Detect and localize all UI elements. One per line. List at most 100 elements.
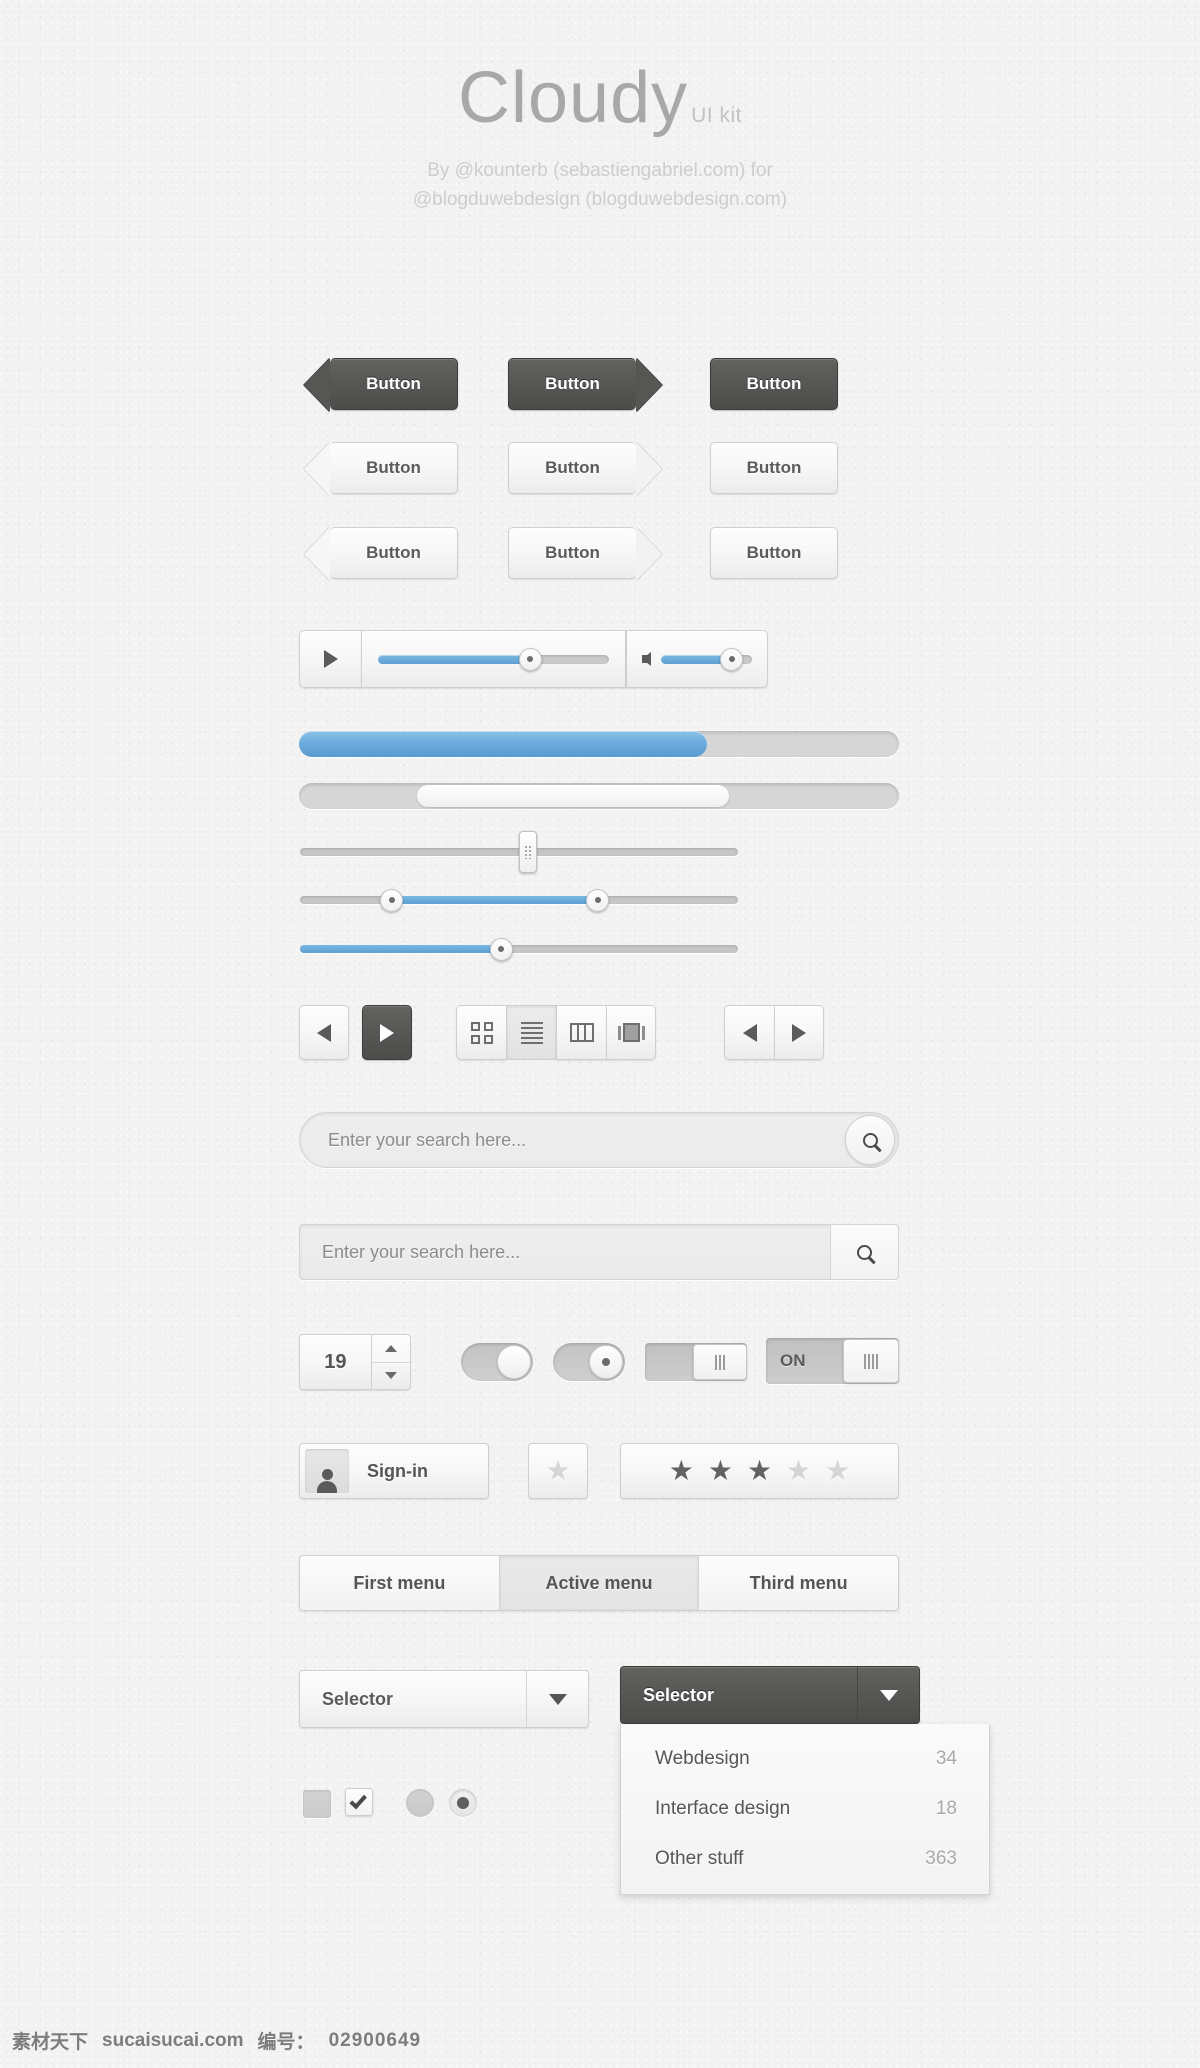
arrow-right-icon <box>380 1023 394 1042</box>
stepper-decrement-button[interactable] <box>372 1363 410 1390</box>
dropdown-item-webdesign[interactable]: Webdesign 34 <box>621 1734 989 1784</box>
grip-bars-icon <box>864 1353 878 1369</box>
toggle-plain-knob[interactable] <box>497 1345 531 1379</box>
player-progress-slider[interactable] <box>378 647 609 671</box>
credit-line-2: @blogduwebdesign (blogduwebdesign.com) <box>412 189 788 211</box>
button-light-arrow-left-2[interactable]: Button <box>330 527 458 579</box>
progress-bar-blue-fill <box>299 731 707 757</box>
ui-kit-page: Cloudy UI kit By @kounterb (sebastiengab… <box>0 0 1200 2068</box>
slider-single-track[interactable] <box>300 937 738 961</box>
play-button[interactable] <box>299 630 361 688</box>
tab-third-menu[interactable]: Third menu <box>699 1556 898 1610</box>
caret-down-icon <box>384 1372 397 1380</box>
slider-range-handle-high[interactable] <box>586 888 610 912</box>
star-icon[interactable]: ★ <box>545 1457 570 1485</box>
tab-active-menu[interactable]: Active menu <box>499 1556 700 1610</box>
toggle-dot[interactable] <box>553 1343 625 1381</box>
button-row-dark: Button Button Button <box>330 358 838 410</box>
selector-light-caret-button[interactable] <box>526 1671 588 1727</box>
footer-site-cn: 素材天下 <box>12 2032 89 2053</box>
player-volume-handle[interactable] <box>720 647 744 671</box>
star-icon-5[interactable]: ★ <box>825 1457 850 1485</box>
view-list-button[interactable] <box>506 1005 556 1060</box>
dropdown-item-label: Interface design <box>655 1798 791 1819</box>
radio-selected[interactable] <box>449 1789 477 1817</box>
dropdown-item-interface-design[interactable]: Interface design 18 <box>621 1784 989 1834</box>
star-icon-2[interactable]: ★ <box>708 1457 733 1485</box>
view-column-button[interactable] <box>556 1005 606 1060</box>
button-dark-arrow-right[interactable]: Button <box>508 358 636 410</box>
star-icon-1[interactable]: ★ <box>669 1457 694 1485</box>
radio-unselected[interactable] <box>406 1789 434 1817</box>
player-volume-slider[interactable] <box>661 647 752 671</box>
star-rating[interactable]: ★ ★ ★ ★ ★ <box>620 1443 899 1499</box>
search-button-square[interactable] <box>830 1225 898 1279</box>
search-input-rounded[interactable]: Enter your search here... <box>300 1130 845 1151</box>
signin-button[interactable]: Sign-in <box>299 1443 489 1499</box>
toolbar-view-modes <box>456 1005 656 1060</box>
button-dark-arrow-left[interactable]: Button <box>330 358 458 410</box>
star-button[interactable]: ★ <box>528 1443 588 1499</box>
toggle-dot-knob[interactable] <box>589 1345 623 1379</box>
button-light-arrow-left[interactable]: Button <box>330 442 458 494</box>
slider-single-handle[interactable] <box>489 937 513 961</box>
speaker-icon[interactable] <box>642 652 651 666</box>
number-stepper[interactable]: 19 <box>299 1334 411 1390</box>
dropdown-item-other-stuff[interactable]: Other stuff 363 <box>621 1834 989 1884</box>
toolbar-next-button-2[interactable] <box>774 1005 824 1060</box>
slider-grip-track[interactable] <box>300 831 738 873</box>
star-icon-4[interactable]: ★ <box>786 1457 811 1485</box>
search-input-square[interactable]: Enter your search here... <box>300 1225 830 1279</box>
toolbar-prev-button-2[interactable] <box>724 1005 774 1060</box>
toggle-square[interactable] <box>645 1343 747 1381</box>
button-dark-rect[interactable]: Button <box>710 358 838 410</box>
stepper-increment-button[interactable] <box>371 1335 410 1363</box>
search-bar-square[interactable]: Enter your search here... <box>299 1224 899 1280</box>
button-light-arrow-right[interactable]: Button <box>508 442 636 494</box>
slider-range-fill <box>391 896 598 904</box>
checkbox-unchecked[interactable] <box>303 1790 331 1818</box>
toggle-square-knob[interactable] <box>693 1344 747 1380</box>
slider-range-handle-low[interactable] <box>380 888 404 912</box>
tab-first-menu[interactable]: First menu <box>300 1556 500 1610</box>
selector-dark-label: Selector <box>643 1684 715 1705</box>
view-coverflow-button[interactable] <box>606 1005 656 1060</box>
credit-block: By @kounterb (sebastiengabriel.com) for … <box>0 156 1200 215</box>
toggle-on-label: ON <box>780 1351 806 1370</box>
toggle-on-knob[interactable] <box>843 1339 899 1383</box>
slider-range-track[interactable] <box>300 888 738 912</box>
dropdown-item-count: 363 <box>925 1848 957 1869</box>
signin-label: Sign-in <box>367 1460 428 1481</box>
search-button-rounded[interactable] <box>845 1115 895 1165</box>
user-icon <box>316 1467 338 1493</box>
list-view-icon <box>520 1021 543 1044</box>
toggle-plain[interactable] <box>461 1343 533 1381</box>
footer-id-label: 编号： <box>257 2032 315 2053</box>
selector-dark[interactable]: Selector <box>620 1666 920 1724</box>
page-title: Cloudy <box>458 58 689 138</box>
button-light-rect-2[interactable]: Button <box>710 527 838 579</box>
dropdown-menu: Webdesign 34 Interface design 18 Other s… <box>620 1724 990 1895</box>
toolbar-nav-right <box>724 1005 824 1060</box>
search-bar-rounded[interactable]: Enter your search here... <box>299 1112 899 1168</box>
button-light-arrow-right-2[interactable]: Button <box>508 527 636 579</box>
slider-grip-handle[interactable] <box>518 831 537 873</box>
toggle-on[interactable]: ON <box>766 1338 899 1384</box>
selector-dark-caret-button[interactable] <box>857 1667 919 1723</box>
star-icon-3[interactable]: ★ <box>747 1457 772 1485</box>
title-line: Cloudy UI kit <box>458 62 742 134</box>
button-light-rect[interactable]: Button <box>710 442 838 494</box>
selector-light-label: Selector <box>322 1688 394 1709</box>
stepper-value: 19 <box>324 1350 347 1373</box>
toolbar-next-button[interactable] <box>362 1005 412 1060</box>
progress-bar-pill[interactable] <box>417 785 729 807</box>
toolbar-prev-button[interactable] <box>299 1005 349 1060</box>
player-progress-handle[interactable] <box>518 647 542 671</box>
check-icon <box>349 1790 367 1809</box>
dropdown-item-label: Other stuff <box>655 1848 744 1869</box>
caret-down-icon <box>548 1693 567 1705</box>
selector-light[interactable]: Selector <box>299 1670 589 1728</box>
checkbox-checked[interactable] <box>345 1788 373 1816</box>
view-grid-button[interactable] <box>456 1005 506 1060</box>
